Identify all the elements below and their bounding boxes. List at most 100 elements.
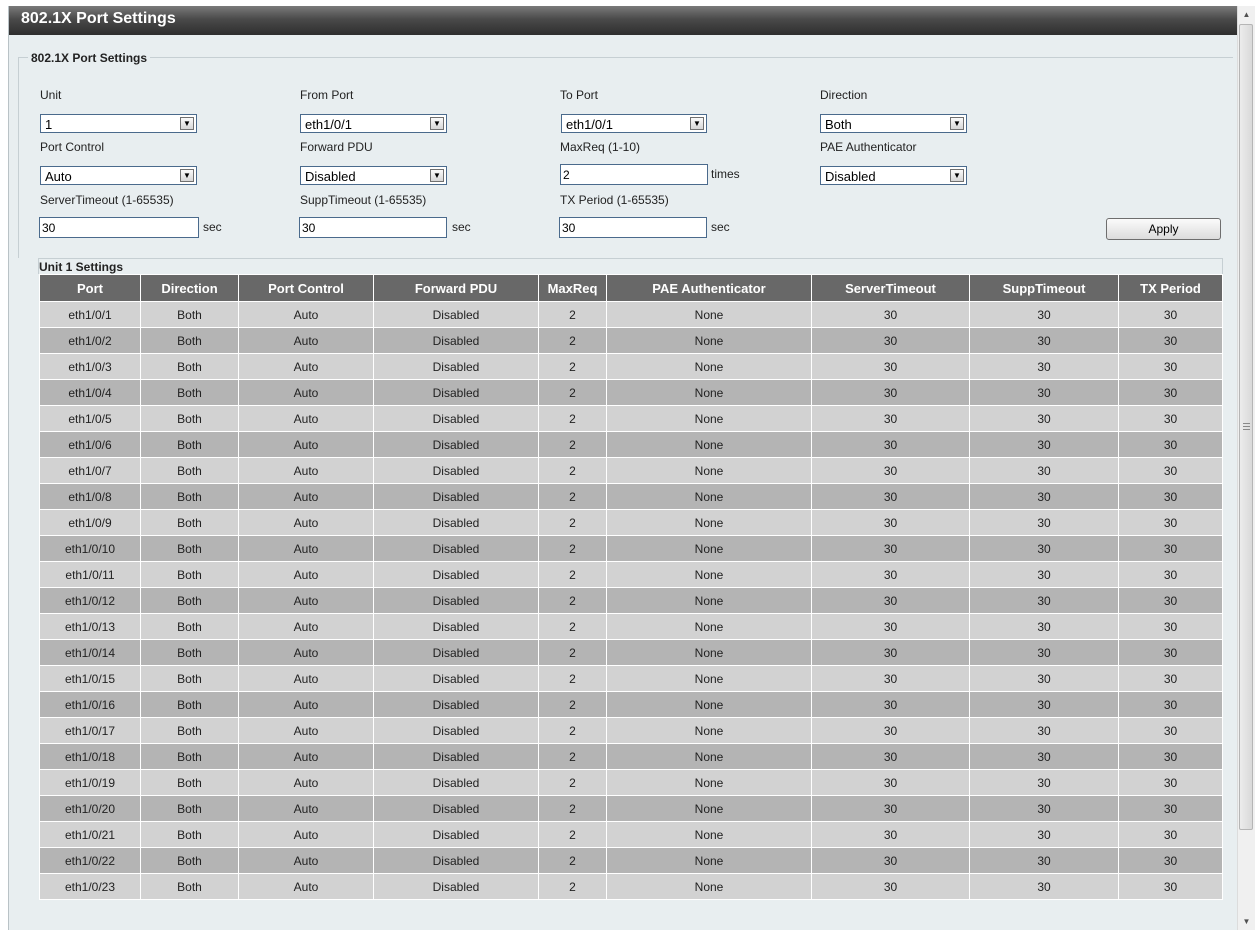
supp-timeout-input[interactable]: 30 xyxy=(299,217,447,238)
cell-port: eth1/0/22 xyxy=(39,847,141,874)
chevron-down-icon[interactable]: ▼ xyxy=(690,117,704,130)
cell-maxreq: 2 xyxy=(538,665,607,692)
cell-direction: Both xyxy=(140,431,239,458)
cell-maxreq: 2 xyxy=(538,769,607,796)
cell-forward-pdu: Disabled xyxy=(373,509,539,536)
cell-pae-authenticator: None xyxy=(606,639,812,666)
direction-label: Direction xyxy=(820,88,868,102)
cell-port-control: Auto xyxy=(238,639,374,666)
forward-pdu-select[interactable]: Disabled ▼ xyxy=(300,166,447,185)
pae-authenticator-select[interactable]: Disabled ▼ xyxy=(820,166,967,185)
cell-supp-timeout: 30 xyxy=(969,717,1119,744)
chevron-down-icon[interactable]: ▼ xyxy=(950,117,964,130)
cell-server-timeout: 30 xyxy=(811,405,970,432)
table-row: eth1/0/12 Both Auto Disabled 2 None 30 30 30 xyxy=(39,587,1223,614)
table-row: eth1/0/5 Both Auto Disabled 2 None 30 30 30 xyxy=(39,405,1223,432)
pae-authenticator-label: PAE Authenticator xyxy=(820,140,917,154)
tx-period-input[interactable]: 30 xyxy=(559,217,707,238)
unit-settings-header: Unit 1 Settings xyxy=(38,258,1223,274)
column-header-direction: Direction xyxy=(140,274,239,302)
cell-supp-timeout: 30 xyxy=(969,509,1119,536)
cell-supp-timeout: 30 xyxy=(969,691,1119,718)
cell-port: eth1/0/2 xyxy=(39,327,141,354)
table-row: eth1/0/11 Both Auto Disabled 2 None 30 30 30 xyxy=(39,561,1223,588)
cell-port-control: Auto xyxy=(238,561,374,588)
direction-select-value: Both xyxy=(825,117,852,132)
cell-direction: Both xyxy=(140,613,239,640)
tx-period-input-value: 30 xyxy=(562,221,576,235)
apply-button[interactable]: Apply xyxy=(1106,218,1221,240)
chevron-down-icon[interactable]: ▼ xyxy=(950,169,964,182)
column-header-port: Port xyxy=(39,274,141,302)
cell-port: eth1/0/23 xyxy=(39,873,141,900)
cell-server-timeout: 30 xyxy=(811,665,970,692)
scroll-up-arrow-icon[interactable]: ▲ xyxy=(1238,6,1255,23)
cell-maxreq: 2 xyxy=(538,301,607,328)
cell-forward-pdu: Disabled xyxy=(373,717,539,744)
cell-tx-period: 30 xyxy=(1118,379,1223,406)
cell-tx-period: 30 xyxy=(1118,717,1223,744)
cell-forward-pdu: Disabled xyxy=(373,613,539,640)
cell-direction: Both xyxy=(140,535,239,562)
scroll-thumb[interactable] xyxy=(1239,24,1253,830)
column-header-supp-timeout: SuppTimeout xyxy=(969,274,1119,302)
page-title: 802.1X Port Settings xyxy=(21,10,176,27)
maxreq-label: MaxReq (1-10) xyxy=(560,140,641,154)
cell-supp-timeout: 30 xyxy=(969,327,1119,354)
cell-server-timeout: 30 xyxy=(811,873,970,900)
cell-port-control: Auto xyxy=(238,535,374,562)
from-port-select-value: eth1/0/1 xyxy=(305,117,352,132)
cell-maxreq: 2 xyxy=(538,613,607,640)
column-header-server-timeout: ServerTimeout xyxy=(811,274,970,302)
cell-tx-period: 30 xyxy=(1118,873,1223,900)
cell-pae-authenticator: None xyxy=(606,483,812,510)
to-port-select[interactable]: eth1/0/1 ▼ xyxy=(561,114,707,133)
forward-pdu-select-value: Disabled xyxy=(305,169,356,184)
cell-direction: Both xyxy=(140,379,239,406)
cell-pae-authenticator: None xyxy=(606,457,812,484)
cell-supp-timeout: 30 xyxy=(969,665,1119,692)
maxreq-input[interactable]: 2 xyxy=(560,164,708,185)
chevron-down-icon[interactable]: ▼ xyxy=(430,117,444,130)
cell-maxreq: 2 xyxy=(538,821,607,848)
cell-port-control: Auto xyxy=(238,717,374,744)
cell-forward-pdu: Disabled xyxy=(373,821,539,848)
server-timeout-input[interactable]: 30 xyxy=(39,217,199,238)
port-settings-table: Port Direction Port Control Forward PDU MaxR… xyxy=(39,274,1223,900)
table-row: eth1/0/4 Both Auto Disabled 2 None 30 30 30 xyxy=(39,379,1223,406)
cell-forward-pdu: Disabled xyxy=(373,691,539,718)
unit-select[interactable]: 1 ▼ xyxy=(40,114,197,133)
cell-forward-pdu: Disabled xyxy=(373,847,539,874)
cell-port-control: Auto xyxy=(238,379,374,406)
cell-port-control: Auto xyxy=(238,665,374,692)
cell-pae-authenticator: None xyxy=(606,561,812,588)
cell-forward-pdu: Disabled xyxy=(373,639,539,666)
table-row: eth1/0/8 Both Auto Disabled 2 None 30 30 30 xyxy=(39,483,1223,510)
cell-direction: Both xyxy=(140,639,239,666)
cell-pae-authenticator: None xyxy=(606,665,812,692)
port-control-select[interactable]: Auto ▼ xyxy=(40,166,197,185)
cell-server-timeout: 30 xyxy=(811,847,970,874)
cell-port: eth1/0/18 xyxy=(39,743,141,770)
chevron-down-icon[interactable]: ▼ xyxy=(180,117,194,130)
cell-supp-timeout: 30 xyxy=(969,769,1119,796)
direction-select[interactable]: Both ▼ xyxy=(820,114,967,133)
cell-maxreq: 2 xyxy=(538,483,607,510)
chevron-down-icon[interactable]: ▼ xyxy=(180,169,194,182)
table-row: eth1/0/22 Both Auto Disabled 2 None 30 30 30 xyxy=(39,847,1223,874)
cell-server-timeout: 30 xyxy=(811,639,970,666)
scroll-down-arrow-icon[interactable]: ▼ xyxy=(1238,913,1255,930)
cell-server-timeout: 30 xyxy=(811,431,970,458)
page-frame: 802.1X Port Settings 802.1X Port Setting… xyxy=(8,6,1237,930)
vertical-scrollbar[interactable]: ▲ ▼ xyxy=(1237,6,1255,930)
cell-forward-pdu: Disabled xyxy=(373,379,539,406)
forward-pdu-label: Forward PDU xyxy=(300,140,373,154)
cell-forward-pdu: Disabled xyxy=(373,301,539,328)
cell-direction: Both xyxy=(140,873,239,900)
cell-pae-authenticator: None xyxy=(606,821,812,848)
cell-tx-period: 30 xyxy=(1118,457,1223,484)
from-port-select[interactable]: eth1/0/1 ▼ xyxy=(300,114,447,133)
cell-port: eth1/0/16 xyxy=(39,691,141,718)
chevron-down-icon[interactable]: ▼ xyxy=(430,169,444,182)
cell-server-timeout: 30 xyxy=(811,821,970,848)
